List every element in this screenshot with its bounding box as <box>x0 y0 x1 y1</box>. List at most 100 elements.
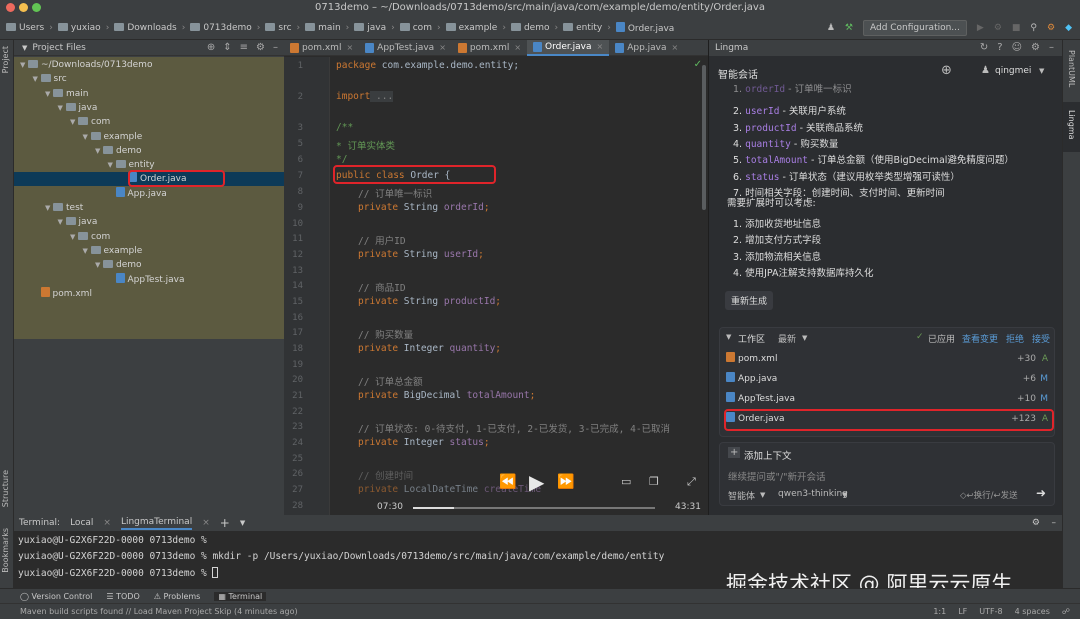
status-message[interactable]: Maven build scripts found // Load Maven … <box>20 607 298 616</box>
close-icon[interactable]: × <box>346 40 353 56</box>
model-select[interactable]: qwen3-thinking <box>778 489 848 499</box>
settings-icon[interactable]: ⚙ <box>1047 23 1055 33</box>
todo-tab[interactable]: ☰ TODO <box>106 592 139 601</box>
rewind-icon[interactable]: ⏪ <box>499 474 516 490</box>
chevron-down-icon[interactable]: ▼ <box>726 333 731 341</box>
expand-all-icon[interactable]: ⇕ <box>223 42 231 53</box>
tree-item[interactable]: ▼ java <box>14 215 284 229</box>
tree-item[interactable]: ▼ src <box>14 72 284 86</box>
editor-scrollbar[interactable] <box>702 65 706 210</box>
chevron-down-icon[interactable]: ▼ <box>70 115 78 129</box>
structure-tool-tab[interactable]: Structure <box>1 470 10 507</box>
tree-item[interactable]: ▼ com <box>14 115 284 129</box>
chevron-down-icon[interactable]: ▼ <box>45 87 53 101</box>
close-icon[interactable]: × <box>439 40 446 56</box>
history-icon[interactable]: ↻ <box>980 40 988 56</box>
cursor-position[interactable]: 1:1 <box>933 604 946 619</box>
chevron-down-icon[interactable]: ▼ <box>33 72 41 86</box>
tree-item[interactable]: pom.xml <box>14 286 284 301</box>
play-icon[interactable]: ▶ <box>529 470 544 494</box>
breadcrumb-item[interactable]: src <box>265 22 292 33</box>
indent-setting[interactable]: 4 spaces <box>1015 604 1050 619</box>
gear-icon[interactable]: ⚙ <box>1032 518 1040 528</box>
new-terminal-icon[interactable]: + <box>220 516 230 530</box>
chevron-down-icon[interactable]: ▼ <box>95 258 103 272</box>
tree-item[interactable]: ▼ example <box>14 130 284 144</box>
breadcrumb-item[interactable]: entity <box>563 22 602 33</box>
chevron-down-icon[interactable]: ▼ <box>22 44 27 52</box>
plugin-icon[interactable]: ◆ <box>1065 23 1072 33</box>
gear-icon[interactable]: ⚙ <box>1031 40 1040 56</box>
plantuml-tool-tab[interactable]: PlantUML <box>1067 50 1076 87</box>
terminal-tab-lingma[interactable]: LingmaTerminal <box>120 517 193 530</box>
breadcrumb-item[interactable]: Downloads <box>114 22 177 33</box>
close-icon[interactable]: × <box>103 518 111 528</box>
chevron-down-icon[interactable]: ▼ <box>58 101 66 115</box>
editor-tab[interactable]: pom.xml × <box>284 40 359 56</box>
hide-icon[interactable]: – <box>1049 40 1054 56</box>
editor-tab[interactable]: Order.java × <box>527 40 610 56</box>
bookmarks-tool-tab[interactable]: Bookmarks <box>1 528 10 573</box>
chevron-down-icon[interactable]: ▼ <box>58 215 66 229</box>
chevron-down-icon[interactable]: ▼ <box>45 201 53 215</box>
editor-tab[interactable]: App.java × <box>609 40 684 56</box>
workspace-file-row[interactable]: pom.xml +30 A <box>726 350 1050 368</box>
version-control-tab[interactable]: ◯ Version Control <box>20 592 92 601</box>
chat-input[interactable]: 继续提问或"/"新开会话 <box>728 469 825 483</box>
breadcrumb-item[interactable]: yuxiao <box>57 22 101 33</box>
add-context-button[interactable]: 添加上下文 <box>744 448 792 462</box>
accept-link[interactable]: 接受 <box>1032 332 1050 345</box>
workspace-filter[interactable]: 最新 <box>778 332 796 345</box>
video-progress-track[interactable] <box>413 507 655 509</box>
project-tool-tab[interactable]: Project <box>1 46 10 73</box>
tree-item[interactable]: AppTest.java <box>14 272 284 287</box>
add-icon[interactable]: + <box>728 447 741 458</box>
chevron-down-icon[interactable]: ▼ <box>95 144 103 158</box>
regenerate-button[interactable]: 重新生成 <box>725 291 774 310</box>
gear-icon[interactable]: ⚙ <box>256 42 265 53</box>
breadcrumb-item[interactable]: java <box>354 22 386 33</box>
tree-item[interactable]: ▼ main <box>14 87 284 101</box>
editor-tab[interactable]: AppTest.java × <box>359 40 452 56</box>
chevron-down-icon[interactable]: ▼ <box>83 130 91 144</box>
collapse-all-icon[interactable]: ≡ <box>240 42 248 53</box>
reject-link[interactable]: 拒绝 <box>1006 332 1024 345</box>
pip-icon[interactable]: ❐ <box>649 475 659 488</box>
file-encoding[interactable]: UTF-8 <box>979 604 1002 619</box>
terminal-tab[interactable]: ▦ Terminal <box>214 591 267 601</box>
send-arrow-icon[interactable]: ➜ <box>1036 486 1046 500</box>
chevron-down-icon[interactable]: ▼ <box>83 244 91 258</box>
breadcrumb-item[interactable]: Order.java <box>615 21 674 34</box>
run-icon[interactable]: ▶ <box>977 23 984 33</box>
search-icon[interactable]: ⚲ <box>1030 23 1037 33</box>
lock-icon[interactable]: ☍ <box>1062 604 1070 619</box>
breadcrumb-item[interactable]: main <box>305 22 341 33</box>
build-hammer-icon[interactable]: ⚒ <box>845 23 853 33</box>
chevron-down-icon[interactable]: ▼ <box>108 158 116 172</box>
tree-item[interactable]: ▼ test <box>14 201 284 215</box>
close-window-button[interactable] <box>6 3 15 12</box>
avatar[interactable]: ♟ <box>981 65 990 76</box>
chevron-down-icon[interactable]: ▼ <box>1039 67 1044 75</box>
view-changes-link[interactable]: 查看变更 <box>962 332 998 345</box>
code-editor[interactable]: package com.example.demo.entity; import … <box>331 57 708 515</box>
mode-select[interactable]: 智能体 <box>728 489 755 502</box>
tree-item[interactable]: ▼ example <box>14 244 284 258</box>
close-icon[interactable]: × <box>514 40 521 56</box>
tree-item[interactable]: ▼ demo <box>14 144 284 158</box>
chevron-down-icon[interactable]: ▼ <box>240 519 245 527</box>
problems-tab[interactable]: ⚠ Problems <box>154 592 201 601</box>
tree-item[interactable]: ▼ com <box>14 230 284 244</box>
chevron-down-icon[interactable]: ▼ <box>20 58 28 72</box>
breadcrumb-item[interactable]: 0713demo <box>190 22 252 33</box>
chevron-down-icon[interactable]: ▼ <box>760 491 765 499</box>
chevron-down-icon[interactable]: ▼ <box>802 334 807 342</box>
help-icon[interactable]: ? <box>997 40 1002 56</box>
stop-icon[interactable]: ■ <box>1012 23 1021 33</box>
workspace-file-row[interactable]: App.java +6 M <box>726 370 1050 388</box>
fast-forward-icon[interactable]: ⏩ <box>557 474 574 490</box>
expand-icon[interactable]: ⤢ <box>687 475 696 489</box>
inspection-ok-icon[interactable]: ✓ <box>694 59 702 70</box>
maximize-window-button[interactable] <box>32 3 41 12</box>
hide-icon[interactable]: – <box>273 42 278 53</box>
